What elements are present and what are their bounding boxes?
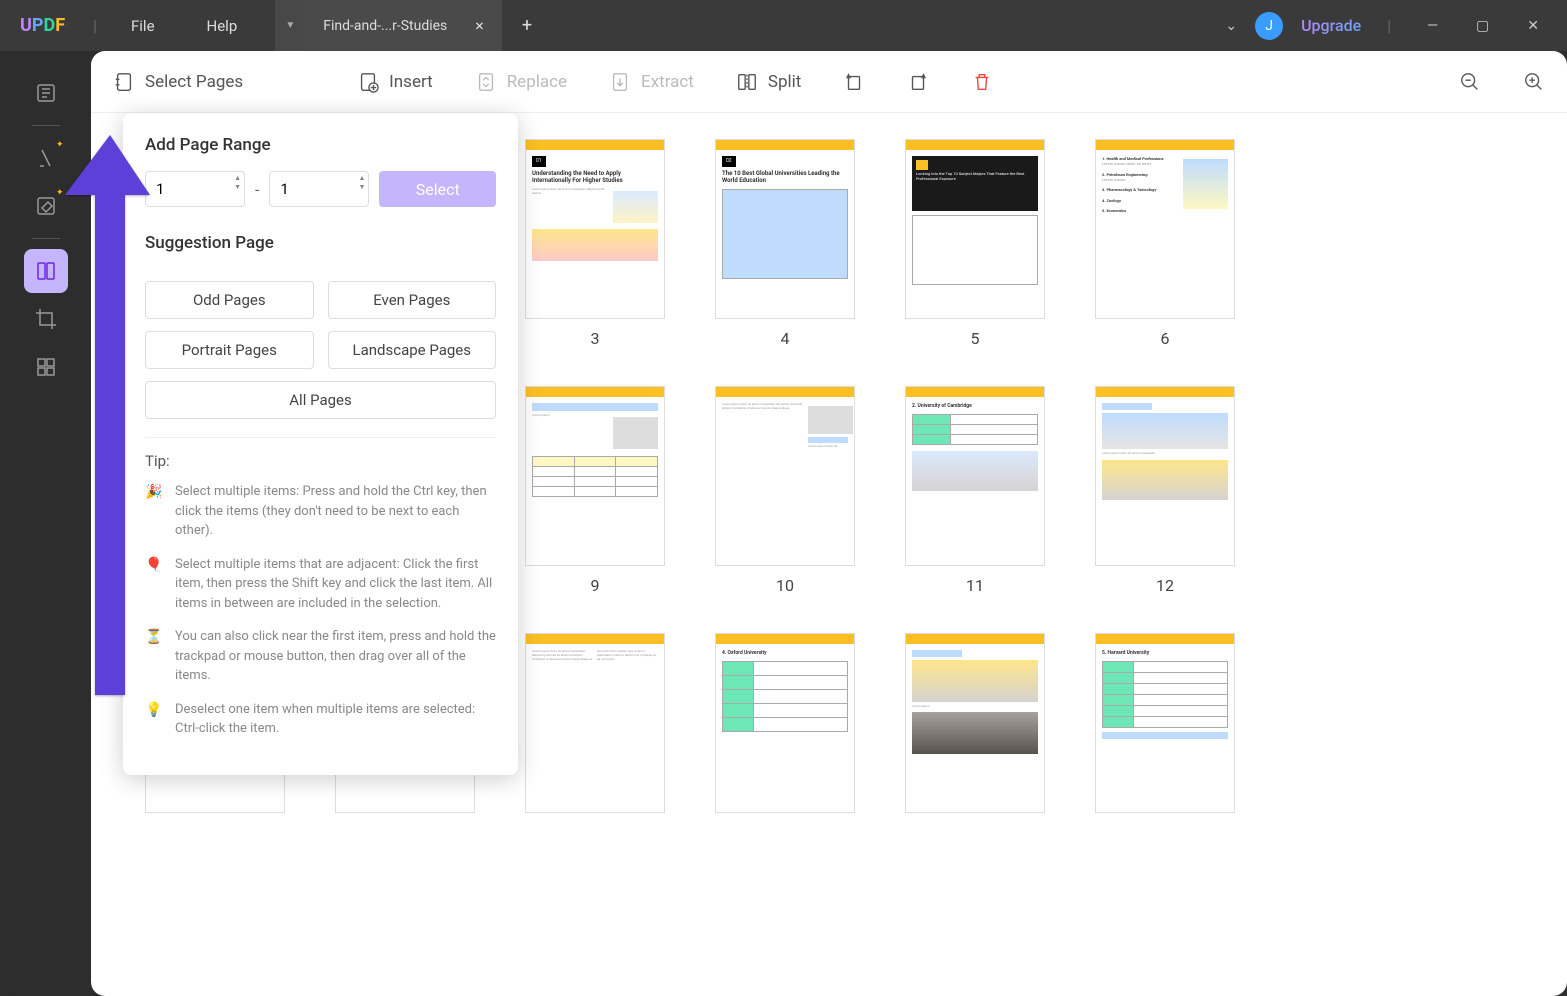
page-number: 3 <box>591 329 600 348</box>
edit-button[interactable]: ✦ <box>24 184 68 228</box>
annotate-button[interactable]: ✦ <box>24 136 68 180</box>
page-thumb-5[interactable]: Looking Into the Top 10 Subject Majors T… <box>905 139 1045 348</box>
menu-file[interactable]: File <box>105 17 181 35</box>
divider: | <box>85 16 105 35</box>
spinner-down-icon[interactable]: ▼ <box>234 184 241 191</box>
insert-tool[interactable]: Insert <box>357 71 433 93</box>
page-number: 5 <box>971 329 980 348</box>
organize-pages-button[interactable] <box>24 249 68 293</box>
split-tool[interactable]: Split <box>736 71 801 93</box>
user-avatar[interactable]: J <box>1255 12 1283 40</box>
range-from-input[interactable] <box>145 171 245 207</box>
replace-tool[interactable]: Replace <box>475 71 567 93</box>
app-logo: UPDF <box>0 15 85 36</box>
tip-title: Tip: <box>145 452 496 470</box>
page-number: 11 <box>966 576 984 595</box>
split-label: Split <box>768 72 801 92</box>
page-thumb-17[interactable]: Lorem ipsum dolor sit amet consectetur a… <box>525 633 665 813</box>
rotate-right-tool[interactable] <box>907 71 929 93</box>
delete-tool[interactable] <box>971 71 993 93</box>
extract-tool[interactable]: Extract <box>609 71 694 93</box>
page-thumb-20[interactable]: 5. Harvard University <box>1095 633 1235 813</box>
menu-help[interactable]: Help <box>181 17 264 35</box>
maximize-button[interactable]: ▢ <box>1466 14 1499 38</box>
landscape-pages-button[interactable]: Landscape Pages <box>328 331 497 369</box>
range-to-input[interactable] <box>269 171 369 207</box>
page-thumb-6[interactable]: 1. Health and Medical ProfessionsLorem i… <box>1095 139 1235 348</box>
tab-title: Find-and-...r-Studies <box>323 18 447 34</box>
range-title: Add Page Range <box>145 135 496 155</box>
select-pages-popup: Add Page Range ▲ ▼ - ▲ ▼ Select Suggestion… <box>123 113 518 775</box>
hourglass-icon: ⏳ <box>145 627 163 686</box>
page-number: 9 <box>591 576 600 595</box>
tip-text: Select multiple items that are adjacent:… <box>175 555 496 614</box>
spinner-up-icon[interactable]: ▲ <box>358 175 365 182</box>
spinner-down-icon[interactable]: ▼ <box>358 184 365 191</box>
page-thumb-10[interactable]: Lorem ipsum dolor sit amet consectetur e… <box>715 386 855 595</box>
balloon-icon: 🎈 <box>145 555 163 614</box>
reader-mode-button[interactable] <box>24 71 68 115</box>
suggest-title: Suggestion Page <box>145 233 496 253</box>
crop-button[interactable] <box>24 297 68 341</box>
page-number: 10 <box>776 576 794 595</box>
page-thumb-9[interactable]: Lorem ipsum9 <box>525 386 665 595</box>
party-icon: 🎉 <box>145 482 163 541</box>
left-sidebar: ✦ ✦ <box>0 51 91 996</box>
new-tab-button[interactable]: + <box>502 0 552 51</box>
zoom-out-tool[interactable] <box>1459 71 1481 93</box>
document-tab[interactable]: Find-and-...r-Studies × <box>305 0 502 51</box>
tip-text: Deselect one item when multiple items ar… <box>175 700 496 739</box>
select-button[interactable]: Select <box>379 171 496 207</box>
insert-label: Insert <box>389 72 433 92</box>
bulb-icon: 💡 <box>145 700 163 739</box>
tip-text: Select multiple items: Press and hold th… <box>175 482 496 541</box>
page-toolbar: Select Pages Insert Replace Extract Spli… <box>91 51 1567 113</box>
page-number: 4 <box>781 329 790 348</box>
page-thumb-19[interactable]: Lorem ipsum <box>905 633 1045 813</box>
minimize-button[interactable]: — <box>1417 14 1448 38</box>
range-dash: - <box>255 180 259 199</box>
all-pages-button[interactable]: All Pages <box>145 381 496 419</box>
spinner-up-icon[interactable]: ▲ <box>234 175 241 182</box>
page-thumb-3[interactable]: 01Understanding the Need to Apply Intern… <box>525 139 665 348</box>
replace-label: Replace <box>507 72 567 92</box>
page-thumb-4[interactable]: 02The 10 Best Global Universities Leadin… <box>715 139 855 348</box>
title-bar: UPDF | File Help ▼ Find-and-...r-Studies… <box>0 0 1567 51</box>
select-pages-label: Select Pages <box>145 72 243 92</box>
page-number: 6 <box>1161 329 1170 348</box>
divider: | <box>1379 16 1399 35</box>
close-button[interactable]: ✕ <box>1517 14 1549 38</box>
extract-label: Extract <box>641 72 694 92</box>
tab-list-dropdown[interactable]: ▼ <box>275 0 305 51</box>
chevron-down-icon[interactable]: ⌄ <box>1225 18 1237 34</box>
tip-text: You can also click near the first item, … <box>175 627 496 686</box>
tools-button[interactable] <box>24 345 68 389</box>
page-thumb-12[interactable]: Lorem ipsum dolor sit amet consectetur12 <box>1095 386 1235 595</box>
select-pages-tool[interactable]: Select Pages <box>113 71 243 93</box>
rotate-left-tool[interactable] <box>843 71 865 93</box>
page-thumb-18[interactable]: 4. Oxford University <box>715 633 855 813</box>
portrait-pages-button[interactable]: Portrait Pages <box>145 331 314 369</box>
even-pages-button[interactable]: Even Pages <box>328 281 497 319</box>
page-number: 12 <box>1156 576 1174 595</box>
upgrade-link[interactable]: Upgrade <box>1301 16 1361 35</box>
zoom-in-tool[interactable] <box>1523 71 1545 93</box>
page-thumb-11[interactable]: 2. University of Cambridge11 <box>905 386 1045 595</box>
odd-pages-button[interactable]: Odd Pages <box>145 281 314 319</box>
close-tab-icon[interactable]: × <box>475 16 484 35</box>
